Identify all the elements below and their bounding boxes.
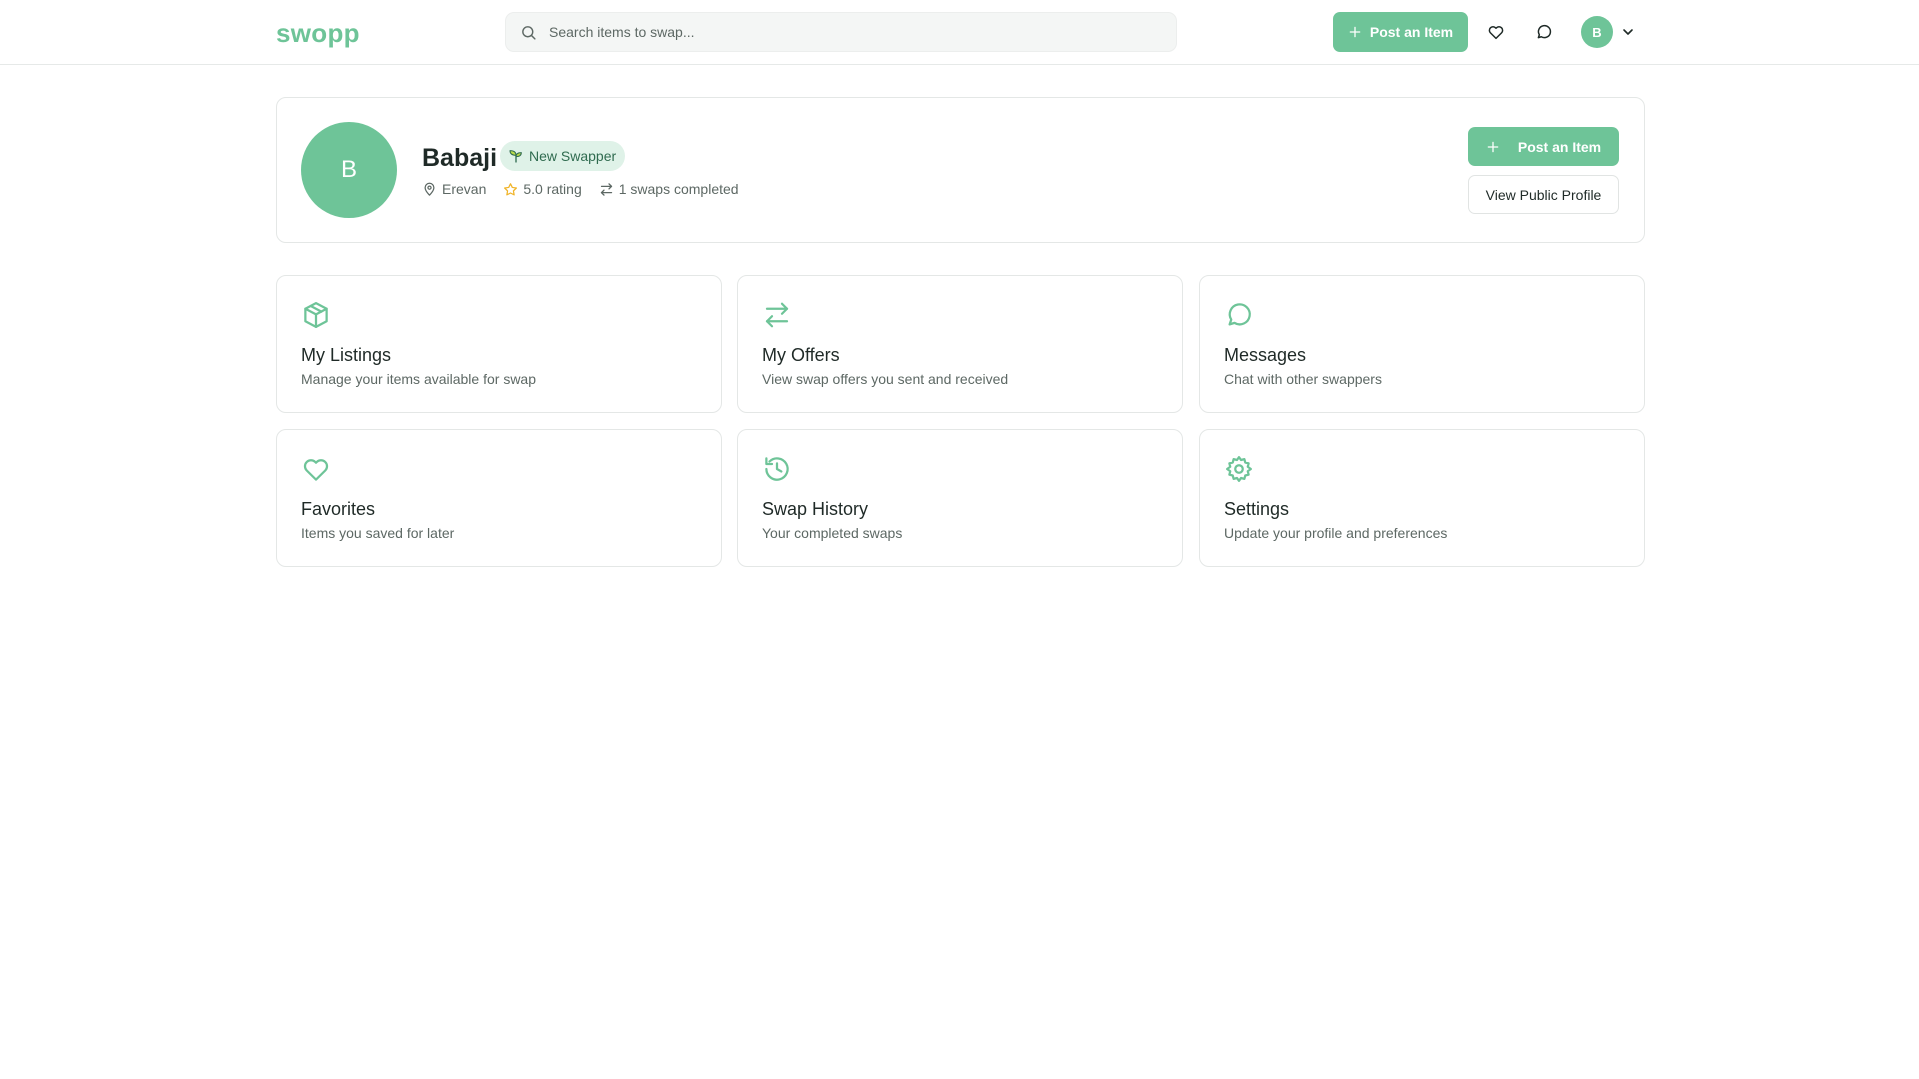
tile-title: Messages [1224,345,1307,365]
view-public-profile-button[interactable]: View Public Profile [1468,175,1619,214]
message-icon [1537,24,1552,39]
tile-my-listings[interactable]: My Listings Manage your items available … [276,275,722,413]
tile-description: Chat with other swappers [1224,371,1382,387]
tile-title: Favorites [301,499,376,519]
package-icon [304,302,328,328]
map-pin-icon [424,182,435,196]
favorites-button[interactable] [1485,21,1507,43]
tile-description: Manage your items available for swap [301,371,537,387]
tile-description: Items you saved for later [301,525,455,541]
search-input[interactable] [549,24,1149,40]
search-bar[interactable] [505,12,1177,52]
tile-my-offers[interactable]: My Offers View swap offers you sent and … [737,275,1183,413]
tile-favorites[interactable]: Favorites Items you saved for later [276,429,722,567]
star-icon [504,182,518,196]
messages-button[interactable] [1533,21,1555,43]
chevron-down-icon[interactable] [1620,24,1636,40]
location-info: Erevan [422,181,486,197]
user-avatar[interactable]: B [1581,16,1613,48]
tile-title: My Offers [762,345,840,365]
swaps-info: 1 swaps completed [599,181,739,197]
rating-text: 5.0 rating [523,181,582,197]
post-item-label: Post an Item [1369,24,1454,40]
tile-settings[interactable]: Settings Update your profile and prefere… [1199,429,1645,567]
post-item-button[interactable]: Post an Item [1468,127,1619,166]
swaps-text: 1 swaps completed [618,181,739,197]
swopp-logo[interactable]: swopp [276,18,360,49]
arrows-swap-icon [600,182,612,196]
tile-title: Settings [1224,499,1290,519]
gear-icon [1226,456,1252,482]
message-icon [1228,303,1251,326]
plus-icon [1349,26,1361,38]
search-icon [522,25,536,40]
tile-description: Update your profile and preferences [1224,525,1448,541]
location-text: Erevan [442,181,487,197]
status-badge: New Swapper [500,141,626,171]
rating-info: 5.0 rating [503,181,582,197]
sprout-icon [509,150,522,163]
history-icon [765,457,789,481]
tile-title: Swap History [762,499,869,519]
tile-swap-history[interactable]: Swap History Your completed swaps [737,429,1183,567]
profile-avatar: B [301,122,397,218]
profile-meta: Erevan 5.0 rating 1 swaps completed [422,181,756,197]
status-badge-label: New Swapper [529,148,617,164]
plus-icon [1487,141,1499,152]
tile-messages[interactable]: Messages Chat with other swappers [1199,275,1645,413]
tile-title: My Listings [301,345,392,365]
post-item-button[interactable]: Post an Item [1333,12,1468,52]
heart-icon [1488,26,1504,40]
post-item-label: Post an Item [1517,138,1602,155]
top-navigation-bar: swopp Post an Item B [0,0,1919,65]
profile-card: B Babaji New Swapper Erevan 5.0 rating 1… [276,97,1645,243]
profile-name: Babaji [422,144,498,172]
tile-description: View swap offers you sent and received [762,371,1009,387]
arrows-swap-icon [765,302,789,328]
tile-description: Your completed swaps [762,525,903,541]
heart-icon [303,459,329,481]
